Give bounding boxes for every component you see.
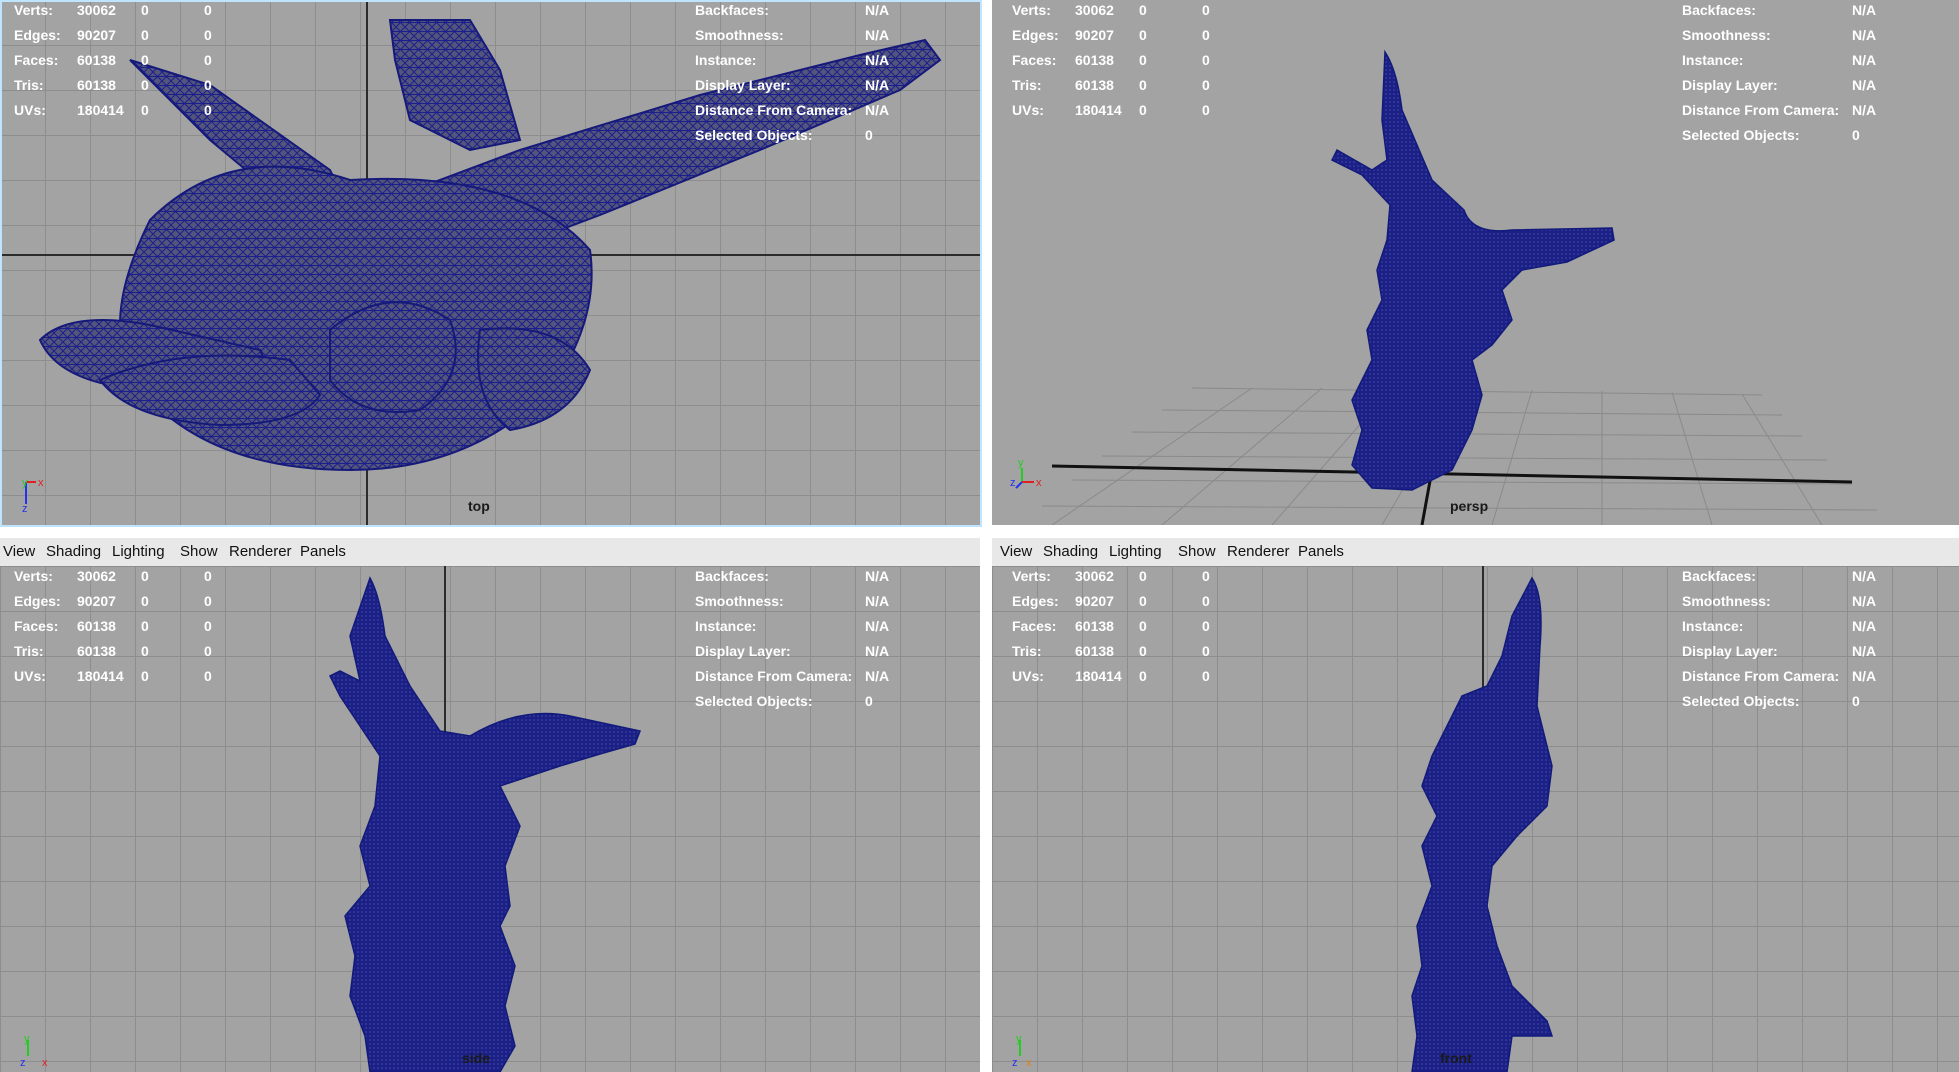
menu-shading[interactable]: Shading xyxy=(46,543,101,560)
menu-shading[interactable]: Shading xyxy=(1043,543,1098,560)
viewport-panel-persp[interactable]: y x z persp Verts: 30062 0 0 Edges: 90207 0 0 … xyxy=(992,0,1959,525)
viewport-panel-top[interactable]: x y z top Verts: 30062 0 0 Edges: 90207 0 0 Fa… xyxy=(0,0,980,525)
menu-show[interactable]: Show xyxy=(180,543,218,560)
axis-y-label: y xyxy=(24,1034,30,1045)
axis-x-label: x xyxy=(1036,477,1042,489)
menu-panels[interactable]: Panels xyxy=(1298,543,1344,560)
panel-menubar: View Shading Lighting Show Renderer Pane… xyxy=(992,538,1959,567)
camera-label-persp: persp xyxy=(1450,498,1489,514)
menu-renderer[interactable]: Renderer xyxy=(229,543,292,560)
panel-divider-horizontal[interactable] xyxy=(0,525,1959,538)
axis-y-label: y xyxy=(1016,1034,1022,1045)
camera-label-side: side xyxy=(462,1050,491,1066)
viewport-top[interactable]: x y z top Verts: 30062 0 0 Edges: 90207 0 0 Fa… xyxy=(0,0,980,525)
wireframe-mesh-persp[interactable] xyxy=(992,0,1959,525)
viewport-side[interactable]: y z x side Verts: 30062 0 0 Edges: 90207 0 0 F… xyxy=(0,566,980,1072)
menu-show[interactable]: Show xyxy=(1178,543,1216,560)
menu-lighting[interactable]: Lighting xyxy=(1109,543,1162,560)
viewport-panel-side[interactable]: View Shading Lighting Show Renderer Pane… xyxy=(0,538,980,1072)
panel-menubar: View Shading Lighting Show Renderer Pane… xyxy=(0,538,980,567)
axis-gizmo-top: x y z xyxy=(22,477,44,514)
camera-label-top: top xyxy=(468,498,490,514)
axis-gizmo-front: y z x xyxy=(1012,1034,1032,1069)
menu-view[interactable]: View xyxy=(3,543,35,560)
menu-panels[interactable]: Panels xyxy=(300,543,346,560)
menu-lighting[interactable]: Lighting xyxy=(112,543,165,560)
menu-view[interactable]: View xyxy=(1000,543,1032,560)
viewport-front[interactable]: y z x front Verts: 30062 0 0 Edges: 90207 0 0 … xyxy=(992,566,1959,1072)
axis-z-label: z xyxy=(22,503,28,514)
axis-gizmo-side: y z x xyxy=(20,1034,48,1069)
axis-z-label: z xyxy=(1010,477,1016,489)
axis-x-label: x xyxy=(38,477,44,489)
axis-z-label: z xyxy=(20,1057,26,1069)
axis-x-label: x xyxy=(1026,1057,1032,1069)
axis-gizmo-persp: y x z xyxy=(1010,457,1042,489)
viewport-persp[interactable]: y x z persp Verts: 30062 0 0 Edges: 90207 0 0 … xyxy=(992,0,1959,525)
axis-y-label: y xyxy=(1018,457,1024,469)
axis-y-label: y xyxy=(22,477,28,489)
camera-label-front: front xyxy=(1440,1050,1472,1066)
viewport-panel-front[interactable]: View Shading Lighting Show Renderer Pane… xyxy=(992,538,1959,1072)
axis-z-label: z xyxy=(1012,1057,1018,1069)
wireframe-mesh-front[interactable] xyxy=(992,566,1959,1072)
axis-x-label: x xyxy=(42,1057,48,1069)
menu-renderer[interactable]: Renderer xyxy=(1227,543,1290,560)
